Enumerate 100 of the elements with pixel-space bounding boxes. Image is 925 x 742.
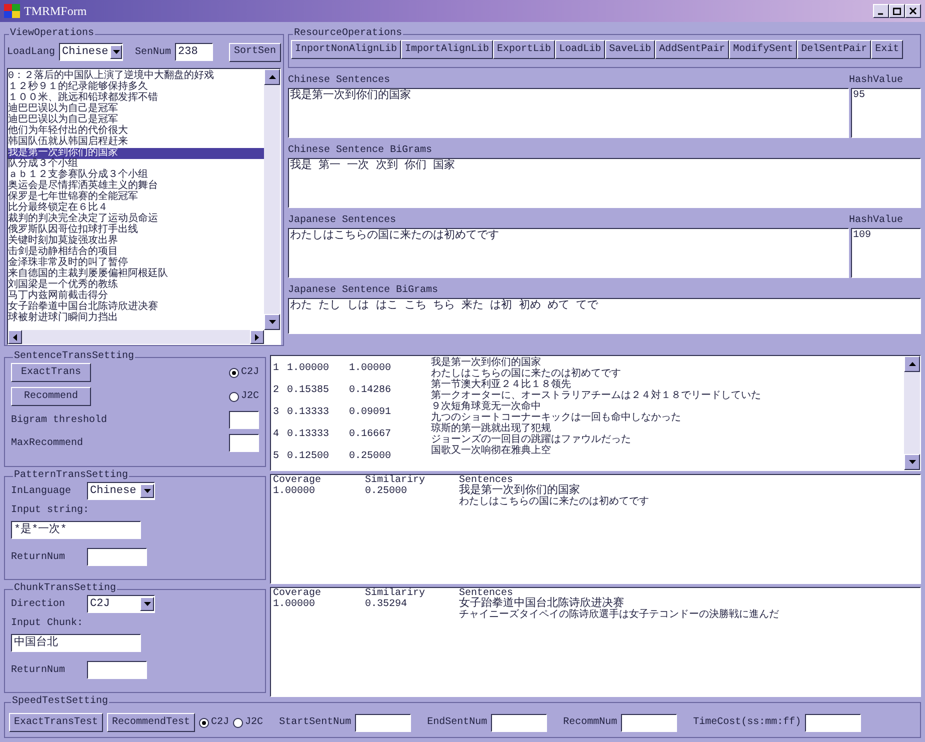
- list-item[interactable]: 保罗是七年世锦赛的全能冠军: [8, 192, 264, 203]
- list-item[interactable]: 刘国梁是一个优秀的教练: [8, 280, 264, 291]
- sort-button[interactable]: SortSen: [228, 42, 281, 62]
- list-item[interactable]: 奥运会是尽情挥洒英雄主义的舞台: [8, 181, 264, 192]
- scroll-down-icon: [908, 460, 916, 464]
- list-item[interactable]: 关键时刻加莫旋强攻出界: [8, 236, 264, 247]
- list-item[interactable]: 迪巴巴误以为自己是冠军: [8, 115, 264, 126]
- list-item[interactable]: ａｂ１２支参赛队分成３个小组: [8, 170, 264, 181]
- input-field[interactable]: [87, 661, 147, 679]
- list-item[interactable]: １２秒９１的纪录能够保持多久: [8, 82, 264, 93]
- field-label: Input string:: [11, 504, 90, 518]
- table-cell-text: 我是第一次到你们的国家: [431, 358, 542, 369]
- column-header: Similariry: [365, 588, 426, 599]
- field-label: LoadLang: [7, 46, 56, 60]
- table-cell-text: 我是第一次到你们的国家: [459, 486, 581, 497]
- list-item[interactable]: １００米、跳远和铅球都发挥不错: [8, 93, 264, 104]
- text-area[interactable]: 我是第一次到你们的国家: [288, 88, 849, 138]
- input-field[interactable]: [621, 714, 678, 732]
- text-area[interactable]: 我是 第一 一次 次到 你们 国家: [288, 158, 921, 208]
- input-field[interactable]: 238: [175, 43, 214, 61]
- text-area[interactable]: わた たし しは はこ こち ちら 来た は初 初め めて てで: [288, 298, 921, 334]
- list-item[interactable]: 队分成３个小组: [8, 159, 264, 170]
- text-area[interactable]: わたしはこちらの国に来たのは初めてです: [288, 228, 849, 278]
- list-item[interactable]: 击剑是动静相结合的项目: [8, 247, 264, 258]
- field-label: StartSentNum: [279, 716, 352, 730]
- close-button[interactable]: [905, 4, 921, 18]
- toolbar-button[interactable]: InportNonAlignLib: [291, 40, 402, 59]
- list-item[interactable]: 来自德国的主裁判屡屡偏袒阿根廷队: [8, 269, 264, 280]
- input-field[interactable]: [805, 714, 862, 732]
- maximize-icon: [893, 7, 901, 15]
- test-button[interactable]: RecommendTest: [107, 713, 196, 732]
- input-field[interactable]: *是*一次*: [11, 521, 141, 539]
- group-title: ViewOperations: [9, 28, 96, 40]
- input-field[interactable]: 中国台北: [11, 634, 141, 652]
- input-field[interactable]: [491, 714, 548, 732]
- group-title: ChunkTransSetting: [13, 583, 118, 595]
- radio-button[interactable]: J2C: [228, 389, 259, 404]
- table-cell: チャイニーズタイペイの陈诗欣選手は女子テコンドーの決勝戦に進んだ: [459, 610, 779, 621]
- list-item[interactable]: 韩国队伍就从韩国启程赶来: [8, 137, 264, 148]
- table-cell-text: 琼斯的第一跳就出现了犯规: [431, 424, 552, 435]
- scrollbar[interactable]: [904, 356, 920, 470]
- maximize-button[interactable]: [889, 4, 905, 18]
- dropdown[interactable]: C2J: [87, 595, 155, 613]
- toolbar-button[interactable]: DelSentPair: [797, 40, 872, 59]
- input-field[interactable]: [229, 434, 259, 452]
- column-header: Coverage: [273, 475, 322, 486]
- group-title: ResourceOperations: [293, 28, 404, 40]
- list-item[interactable]: 女子跆拳道中国台北陈诗欣进决赛: [8, 302, 264, 313]
- toolbar-button[interactable]: LoadLib: [555, 40, 606, 59]
- list-item[interactable]: 俄罗斯队因哥位扣球打手出线: [8, 225, 264, 236]
- minimize-button[interactable]: [873, 4, 889, 18]
- table-cell-text: ９次短角球竟无一次命中: [431, 402, 542, 413]
- toolbar-button[interactable]: ModifySent: [729, 40, 798, 59]
- dropdown-arrow-icon: [144, 602, 150, 606]
- scroll-down-icon: [268, 320, 276, 324]
- hash-field[interactable]: 95: [851, 88, 921, 138]
- field-label: Bigram threshold: [11, 414, 108, 428]
- table-cell-text: 女子跆拳道中国台北陈诗欣进决赛: [459, 599, 625, 610]
- list-item[interactable]: 他们为年轻付出的代价很大: [8, 126, 264, 137]
- recommend-button[interactable]: Recommend: [11, 387, 91, 406]
- list-item[interactable]: 球被射进球门瞬间力挡出: [8, 313, 264, 324]
- list-item[interactable]: 马丁内兹网前截击得分: [8, 291, 264, 302]
- window-title: TMRMForm: [24, 3, 88, 20]
- horizontal-scrollbar[interactable]: [8, 330, 264, 344]
- table-cell-text: 0.25000: [365, 486, 408, 499]
- table-cell-text: 0.15385: [287, 384, 330, 398]
- exact-trans-button[interactable]: ExactTrans: [11, 363, 91, 382]
- group-title: SpeedTestSetting: [11, 696, 110, 708]
- list-item[interactable]: 迪巴巴误以为自己是冠军: [8, 104, 264, 115]
- radio-button[interactable]: C2J: [228, 365, 259, 380]
- table-cell-text: 1.00000: [349, 362, 392, 376]
- table-cell: 第一クオーターに、オーストラリアチームは２４対１８でリードしていた: [431, 391, 761, 402]
- scroll-up-icon: [908, 362, 916, 366]
- table-cell-text: 3: [273, 406, 280, 420]
- list-item[interactable]: 金泽珠非常及时的叫了暂停: [8, 258, 264, 269]
- input-field[interactable]: [87, 548, 147, 566]
- list-item[interactable]: 裁判的判决完全决定了运动员命运: [8, 214, 264, 225]
- list-item[interactable]: 0：２落后的中国队上演了逆境中大翻盘的好戏: [8, 71, 264, 82]
- app-icon: [4, 4, 20, 18]
- toolbar-button[interactable]: ExportLib: [493, 40, 556, 59]
- dropdown[interactable]: Chinese: [87, 482, 155, 500]
- results-list[interactable]: Coverage Similariry Sentences 1.00000 0.25000 我是第一次到你们的国家 わたしはこちらの国に来たのは初めてです: [270, 474, 921, 584]
- toolbar-button[interactable]: ImportAlignLib: [401, 40, 494, 59]
- hash-field[interactable]: 109: [851, 228, 921, 278]
- scrollbar[interactable]: [264, 69, 280, 330]
- list-item[interactable]: 比分最终锁定在６比４: [8, 203, 264, 214]
- toolbar-button[interactable]: AddSentPair: [655, 40, 730, 59]
- dropdown[interactable]: Chinese: [59, 43, 124, 61]
- scroll-right-icon: [255, 334, 259, 340]
- input-field[interactable]: [355, 714, 412, 732]
- input-field[interactable]: [229, 411, 259, 429]
- table-cell: 九つのショートコーナーキックは一回も命中しなかった: [431, 413, 681, 424]
- radio-button[interactable]: J2C: [233, 715, 264, 730]
- table-cell-text: 0.13333: [287, 428, 330, 442]
- toolbar-button[interactable]: SaveLib: [605, 40, 656, 59]
- results-list[interactable]: Coverage Similariry Sentences 1.00000 0.35294 女子跆拳道中国台北陈诗欣进决赛 チャイニーズタイペイの陈诗欣選手は女子テコンドーの決勝戦に進んだ: [270, 587, 921, 697]
- test-button[interactable]: ExactTransTest: [9, 713, 104, 732]
- results-list[interactable]: [270, 355, 921, 471]
- radio-button[interactable]: C2J: [199, 715, 230, 730]
- toolbar-button[interactable]: Exit: [871, 40, 904, 59]
